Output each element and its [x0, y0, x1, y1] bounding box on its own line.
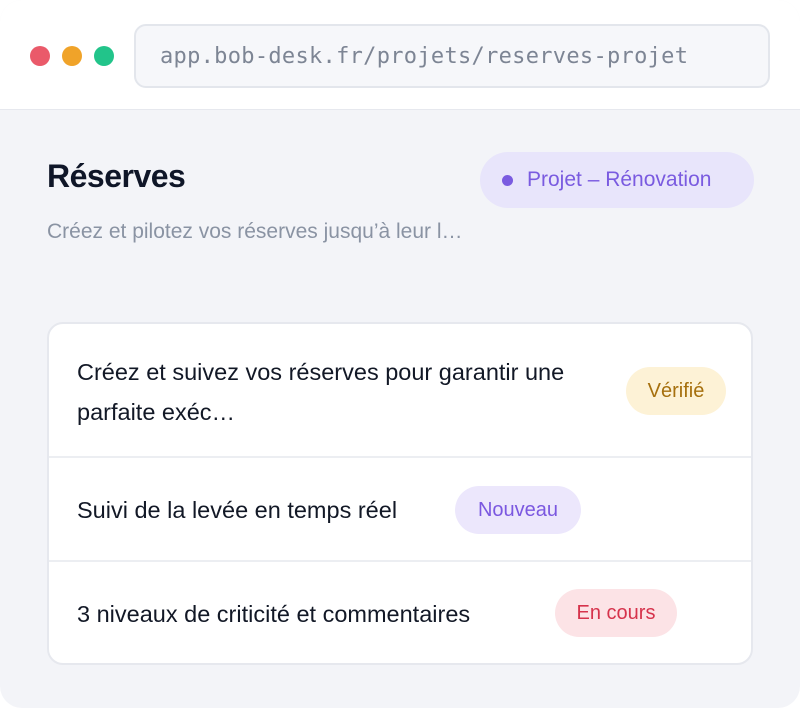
project-badge[interactable]: Projet – Rénovation: [480, 152, 754, 208]
features-card: Créez et suivez vos réserves pour garant…: [47, 322, 753, 665]
list-item[interactable]: 3 niveaux de criticité et commentaires E…: [49, 562, 751, 663]
minimize-window-button[interactable]: [62, 46, 82, 66]
project-dot-icon: [502, 174, 513, 186]
status-badge-verified: Vérifié: [626, 367, 726, 415]
page-subtitle: Créez et pilotez vos réserves jusqu’à le…: [47, 220, 463, 243]
maximize-window-button[interactable]: [94, 46, 114, 66]
browser-window: app.bob-desk.fr/projets/reserves-projet …: [0, 0, 800, 708]
list-item-text: Suivi de la levée en temps réel: [77, 497, 398, 523]
list-item[interactable]: Créez et suivez vos réserves pour garant…: [49, 324, 751, 458]
project-badge-label: Projet – Rénovation: [527, 168, 712, 191]
list-item-text: 3 niveaux de criticité et commentaires: [77, 601, 471, 627]
browser-titlebar: app.bob-desk.fr/projets/reserves-projet: [0, 0, 800, 110]
list-item[interactable]: Suivi de la levée en temps réel Nouveau: [49, 458, 751, 562]
list-item-text: Créez et suivez vos réserves pour garant…: [77, 359, 565, 425]
address-bar-url: app.bob-desk.fr/projets/reserves-projet: [160, 43, 689, 69]
page-title: Réserves: [47, 158, 186, 194]
close-window-button[interactable]: [30, 46, 50, 66]
status-badge-in-progress: En cours: [555, 589, 677, 637]
address-bar[interactable]: app.bob-desk.fr/projets/reserves-projet: [134, 24, 770, 88]
status-badge-new: Nouveau: [455, 486, 581, 534]
